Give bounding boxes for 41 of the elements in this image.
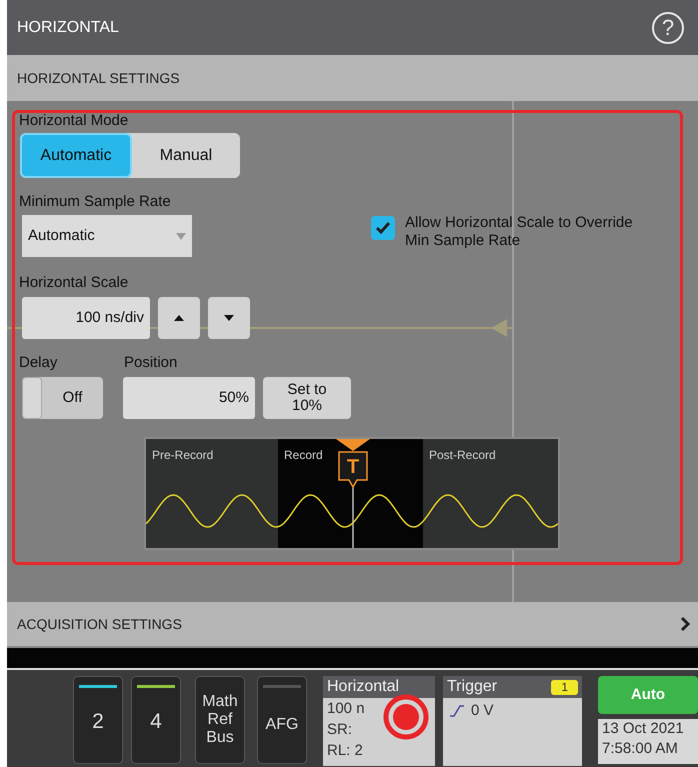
checkbox[interactable] (371, 216, 395, 240)
delay-toggle[interactable]: Off (22, 377, 103, 419)
rising-edge-icon (449, 705, 465, 718)
field-label: Position (124, 353, 178, 373)
chevron-right-icon (680, 616, 690, 632)
channel-tag: 1 (551, 680, 578, 694)
scale-down-button[interactable] (208, 297, 250, 339)
region-label: Pre-Record (152, 448, 214, 462)
section-title: ACQUISITION SETTINGS (17, 614, 182, 634)
field-label: Horizontal Scale (19, 273, 130, 293)
channel-button[interactable]: 2 (73, 676, 123, 764)
mode-tab[interactable]: Automatic (20, 133, 132, 178)
window-title: HORIZONTAL (17, 18, 119, 38)
math-ref-bus-button[interactable]: Math Ref Bus (195, 676, 245, 764)
caret-icon (176, 232, 186, 240)
date-time-display: 13 Oct 2021 7:58:00 AM (598, 719, 698, 764)
readout-text: 0 V (471, 701, 494, 721)
checkbox-label: Allow Horizontal Scale to Override Min Sample Rate (405, 214, 634, 250)
field-label: Horizontal Mode (19, 111, 130, 131)
help-button[interactable]: ? (652, 12, 684, 44)
scale-up-button[interactable] (158, 297, 200, 339)
field-label: Minimum Sample Rate (19, 192, 172, 212)
section-header[interactable]: HORIZONTAL SETTINGS (7, 55, 698, 101)
trigger-badge[interactable]: Trigger 1 0 V (443, 676, 582, 766)
readout-text: RL: 2 (326, 741, 364, 761)
tap-marker-icon (383, 694, 429, 740)
sample-rate-dropdown[interactable]: Automatic (22, 215, 192, 257)
scale-field[interactable]: 100 ns/div (22, 297, 150, 339)
trigger-letter: T (346, 455, 360, 480)
field-label: Delay (19, 353, 58, 373)
readout-text: 100 n (326, 699, 366, 719)
position-field[interactable]: 50% (123, 377, 255, 419)
region-label: Record (284, 448, 323, 462)
set-position-button[interactable]: Set to 10% (263, 377, 351, 419)
trigger-pointer-icon (336, 439, 370, 451)
afg-button[interactable]: AFG (257, 676, 307, 764)
region-label: Post-Record (429, 448, 496, 462)
checkmark-icon (375, 221, 391, 235)
readout-text: SR: (326, 720, 354, 740)
section-header[interactable]: ACQUISITION SETTINGS (7, 602, 698, 648)
channel-button[interactable]: 4 (131, 676, 181, 764)
